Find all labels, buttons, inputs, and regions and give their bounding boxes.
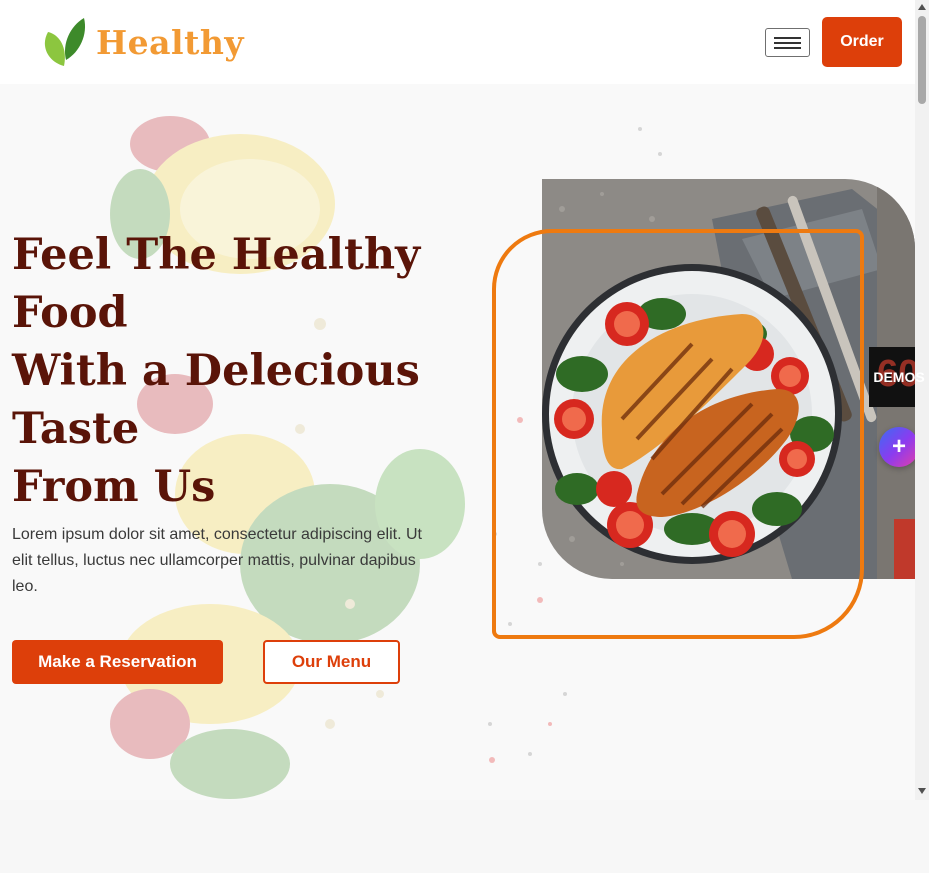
scrollbar-thumb[interactable] xyxy=(918,16,926,104)
our-menu-button[interactable]: Our Menu xyxy=(263,640,400,684)
hamburger-menu-icon[interactable] xyxy=(765,28,810,57)
plus-icon[interactable]: + xyxy=(879,427,919,467)
demos-label: DEMOS xyxy=(873,369,925,385)
brand-name: Healthy xyxy=(96,22,245,62)
hero-section: Feel The Healthy Food With a Delecious T… xyxy=(0,84,915,800)
scroll-up-arrow-icon[interactable] xyxy=(918,4,926,10)
page-scrollbar[interactable] xyxy=(915,0,929,800)
scroll-down-arrow-icon[interactable] xyxy=(918,788,926,794)
next-section xyxy=(0,800,929,873)
hero-heading: Feel The Healthy Food With a Delecious T… xyxy=(12,230,421,512)
leaf-icon xyxy=(42,16,88,68)
site-header: Healthy Order xyxy=(0,0,915,84)
brand-logo[interactable]: Healthy xyxy=(42,16,244,68)
decorative-orange-frame xyxy=(492,229,864,639)
order-button[interactable]: Order xyxy=(822,17,902,67)
hero-description: Lorem ipsum dolor sit amet, consectetur … xyxy=(12,526,422,595)
make-reservation-button[interactable]: Make a Reservation xyxy=(12,640,223,684)
